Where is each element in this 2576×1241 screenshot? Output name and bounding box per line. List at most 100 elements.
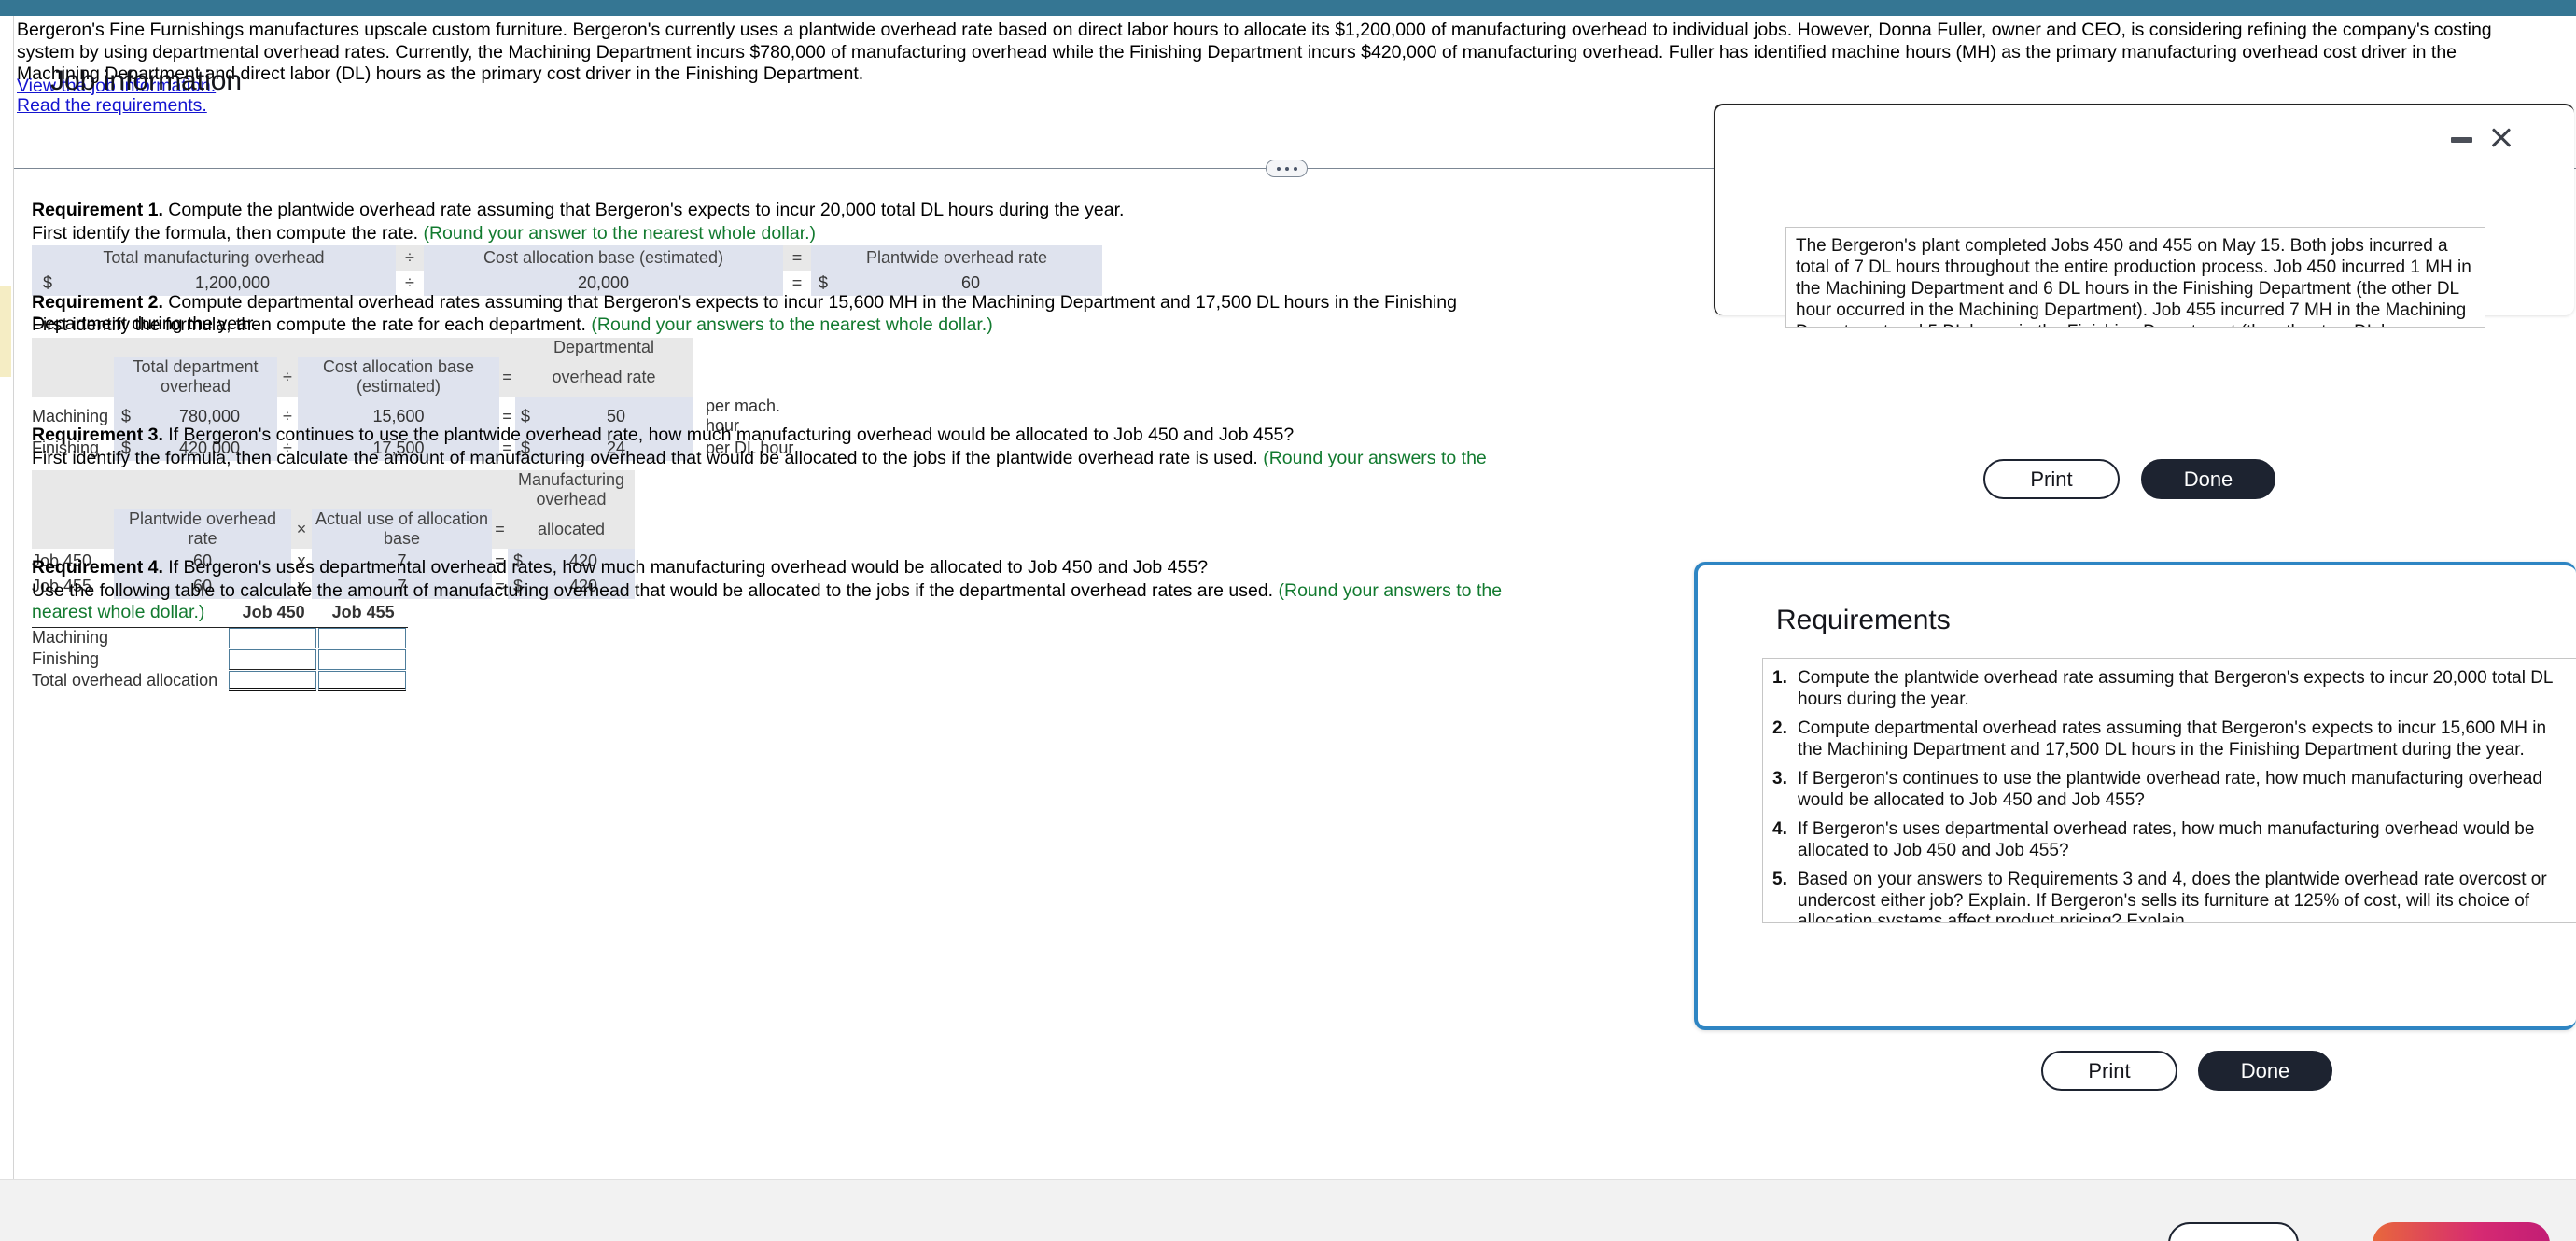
item-text: If Bergeron's continues to use the plant… xyxy=(1798,769,2542,810)
requirement-1-label: Requirement 1. xyxy=(32,200,163,220)
problem-paragraph: Bergeron's Fine Furnishings manufactures… xyxy=(17,20,2541,86)
table-header-row: Plantwide overhead rate × Actual use of … xyxy=(32,509,635,549)
requirement-1-instruction: First identify the formula, then compute… xyxy=(32,223,1338,244)
requirements-title: Requirements xyxy=(1776,605,1951,636)
list-item: 5. Based on your answers to Requirements … xyxy=(1772,870,2569,923)
requirement-4-question: If Bergeron's uses departmental overhead… xyxy=(168,557,1208,578)
table-header-row: Total department overhead ÷ Cost allocat… xyxy=(32,357,795,397)
col-cost-allocation-base: Cost allocation base (estimated) xyxy=(298,357,499,397)
finishing-job455-input[interactable] xyxy=(318,649,406,670)
requirement-4-instruction-text: Use the following table to calculate the… xyxy=(32,580,1273,601)
finishing-job455-cell[interactable] xyxy=(318,648,408,670)
top-app-bar xyxy=(0,0,2576,16)
item-number: 1. xyxy=(1772,668,1787,690)
machining-job450-input[interactable] xyxy=(229,628,316,648)
row-label-finishing: Finishing xyxy=(32,648,229,670)
overhead-currency: $ xyxy=(114,407,142,426)
col-plantwide-overhead-rate: Plantwide overhead rate xyxy=(114,509,291,549)
requirement-3-instruction-text: First identify the formula, then calcula… xyxy=(32,448,1258,468)
list-item: 4. If Bergeron's uses departmental overhe… xyxy=(1772,819,2569,861)
row-label-machining: Machining xyxy=(32,627,229,648)
minimize-icon[interactable] xyxy=(2451,137,2472,143)
col-overhead-rate: overhead rate xyxy=(515,357,693,397)
requirement-2-label: Requirement 2. xyxy=(32,292,163,313)
total-job450-cell[interactable] xyxy=(229,670,318,691)
job-done-button[interactable]: Done xyxy=(2141,459,2275,499)
requirement-1-instruction-text: First identify the formula, then compute… xyxy=(32,223,418,244)
rate-currency: $ xyxy=(811,273,839,293)
row-label-total-overhead-allocation: Total overhead allocation xyxy=(32,670,229,691)
requirement-4-heading: Requirement 4. If Bergeron's uses depart… xyxy=(32,557,1525,579)
col-divide-op: ÷ xyxy=(277,357,298,397)
primary-action-button[interactable] xyxy=(2373,1222,2550,1241)
col-plantwide-overhead-rate: Plantwide overhead rate xyxy=(811,245,1102,271)
job-print-button[interactable]: Print xyxy=(1983,459,2120,499)
table-row: Total overhead allocation xyxy=(32,670,408,691)
rate-value: 60 xyxy=(839,273,1102,293)
list-item: 1. Compute the plantwide overhead rate as… xyxy=(1772,668,2569,710)
requirement-3-heading: Requirement 3. If Bergeron's continues t… xyxy=(32,425,1525,446)
col-total-department-overhead: Total department overhead xyxy=(114,357,277,397)
table-top-header-row: Departmental xyxy=(32,338,795,357)
list-item: 2. Compute departmental overhead rates as… xyxy=(1772,718,2569,760)
table-top-header-row: Manufacturing overhead xyxy=(32,470,635,509)
left-rail-highlight xyxy=(0,286,11,377)
col-actual-use-of-allocation-base: Actual use of allocation base xyxy=(312,509,492,549)
col-cost-allocation-base: Cost allocation base (estimated) xyxy=(424,245,783,271)
job-information-title: Job information xyxy=(50,65,242,97)
requirement-1-heading: Requirement 1. Compute the plantwide ove… xyxy=(32,200,1338,221)
item-number: 2. xyxy=(1772,718,1787,740)
item-text: Compute the plantwide overhead rate assu… xyxy=(1798,668,2553,709)
overhead-currency: $ xyxy=(32,273,69,293)
requirement-4-label: Requirement 4. xyxy=(32,557,163,578)
machining-job455-cell[interactable] xyxy=(318,627,408,648)
close-icon[interactable] xyxy=(2487,124,2515,152)
item-number: 5. xyxy=(1772,870,1787,891)
requirement-1-round-note: (Round your answer to the nearest whole … xyxy=(423,223,816,244)
col-manufacturing-overhead-top: Manufacturing overhead xyxy=(508,470,635,509)
col-row-label xyxy=(32,357,114,397)
requirement-3-label: Requirement 3. xyxy=(32,425,163,445)
overhead-value: 780,000 xyxy=(142,407,277,426)
col-job-455: Job 455 xyxy=(318,603,408,624)
col-equals-op: = xyxy=(492,509,508,549)
read-requirements-link[interactable]: Read the requirements. xyxy=(17,95,207,117)
item-number: 3. xyxy=(1772,769,1787,790)
item-text: If Bergeron's uses departmental overhead… xyxy=(1798,819,2534,860)
col-equals-op: = xyxy=(783,245,811,271)
requirements-print-button[interactable]: Print xyxy=(2041,1051,2177,1091)
requirement-3-question: If Bergeron's continues to use the plant… xyxy=(168,425,1294,445)
requirement-1-table: Total manufacturing overhead ÷ Cost allo… xyxy=(32,245,1102,296)
item-text: Compute departmental overhead rates assu… xyxy=(1798,718,2546,760)
list-item: 3. If Bergeron's continues to use the pla… xyxy=(1772,769,2569,811)
col-row-label xyxy=(32,509,114,549)
job-information-body: The Bergeron's plant completed Jobs 450 … xyxy=(1785,227,2485,328)
requirement-1-question: Compute the plantwide overhead rate assu… xyxy=(168,200,1124,220)
col-multiply-op: × xyxy=(291,509,312,549)
splitter-handle-icon[interactable] xyxy=(1266,160,1308,177)
col-divide-op: ÷ xyxy=(396,245,424,271)
total-job450-input[interactable] xyxy=(229,671,316,691)
total-job455-cell[interactable] xyxy=(318,670,408,691)
col-equals-op: = xyxy=(499,357,515,397)
requirement-4-answer-table: Job 450 Job 455 Machining Finishing Tota… xyxy=(32,603,408,691)
col-departmental-top: Departmental xyxy=(515,338,693,357)
col-job-450: Job 450 xyxy=(229,603,318,624)
secondary-action-button[interactable] xyxy=(2168,1222,2299,1241)
finishing-job450-input[interactable] xyxy=(229,649,316,670)
table-header-row: Total manufacturing overhead ÷ Cost allo… xyxy=(32,245,1102,271)
requirements-done-button[interactable]: Done xyxy=(2198,1051,2332,1091)
app-root: Bergeron's Fine Furnishings manufactures… xyxy=(0,0,2576,1241)
machining-job455-input[interactable] xyxy=(318,628,406,648)
item-number: 4. xyxy=(1772,819,1787,841)
finishing-job450-cell[interactable] xyxy=(229,648,318,670)
item-text: Based on your answers to Requirements 3 … xyxy=(1798,870,2547,923)
total-job455-input[interactable] xyxy=(318,671,406,691)
requirement-2-round-note: (Round your answers to the nearest whole… xyxy=(591,314,992,335)
requirement-2-instruction-text: First identify the formula, then compute… xyxy=(32,314,586,335)
requirements-list-box: 1. Compute the plantwide overhead rate as… xyxy=(1762,658,2576,923)
table-row: Finishing xyxy=(32,648,408,670)
machining-job450-cell[interactable] xyxy=(229,627,318,648)
table-row: Machining xyxy=(32,627,408,648)
overhead-value: 1,200,000 xyxy=(69,273,396,293)
